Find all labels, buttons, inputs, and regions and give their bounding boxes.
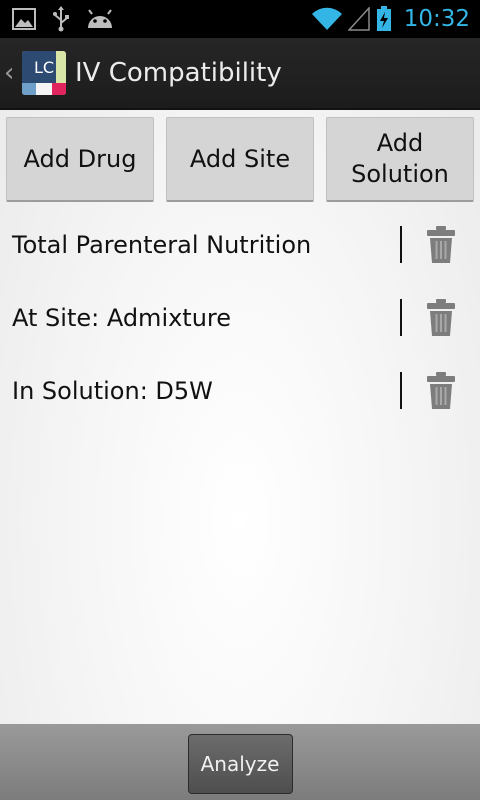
page-title: IV Compatibility bbox=[75, 58, 282, 88]
list-item-label: In Solution: D5W bbox=[12, 376, 213, 405]
add-site-button[interactable]: Add Site bbox=[166, 117, 314, 202]
divider bbox=[400, 299, 402, 336]
notification-icons bbox=[12, 6, 114, 32]
selection-list: Total Parenteral Nutrition At Site: Admi… bbox=[0, 208, 480, 427]
battery-charging-icon bbox=[376, 6, 391, 31]
logo-stripe bbox=[22, 83, 36, 95]
trash-icon[interactable] bbox=[424, 371, 458, 411]
status-bar: 10:32 bbox=[0, 0, 480, 38]
clock: 10:32 bbox=[403, 6, 470, 32]
wifi-icon bbox=[311, 7, 342, 31]
divider bbox=[400, 226, 402, 263]
divider bbox=[400, 372, 402, 409]
logo-stripe bbox=[52, 83, 66, 95]
list-item[interactable]: At Site: Admixture bbox=[0, 281, 480, 354]
list-item-label: At Site: Admixture bbox=[12, 303, 232, 332]
action-bar: ‹ LC IV Compatibility bbox=[0, 38, 480, 110]
button-row: Add Drug Add Site Add Solution bbox=[6, 117, 474, 202]
logo-stripe bbox=[56, 51, 66, 83]
bottom-bar: Analyze bbox=[0, 724, 480, 800]
add-solution-button[interactable]: Add Solution bbox=[326, 117, 474, 202]
list-item-label: Total Parenteral Nutrition bbox=[12, 230, 312, 259]
analyze-button[interactable]: Analyze bbox=[187, 734, 293, 794]
trash-icon[interactable] bbox=[424, 298, 458, 338]
signal-icon bbox=[347, 7, 370, 31]
logo-stripe bbox=[36, 83, 52, 95]
android-icon bbox=[88, 9, 112, 28]
system-icons: 10:32 bbox=[311, 6, 470, 32]
list-item[interactable]: Total Parenteral Nutrition bbox=[0, 208, 480, 281]
list-item[interactable]: In Solution: D5W bbox=[0, 354, 480, 427]
usb-icon bbox=[53, 6, 69, 32]
up-caret-icon[interactable]: ‹ bbox=[4, 58, 18, 88]
trash-icon[interactable] bbox=[424, 225, 458, 265]
app-logo[interactable]: LC bbox=[22, 51, 66, 95]
gallery-icon bbox=[12, 8, 36, 30]
add-drug-button[interactable]: Add Drug bbox=[6, 117, 154, 202]
